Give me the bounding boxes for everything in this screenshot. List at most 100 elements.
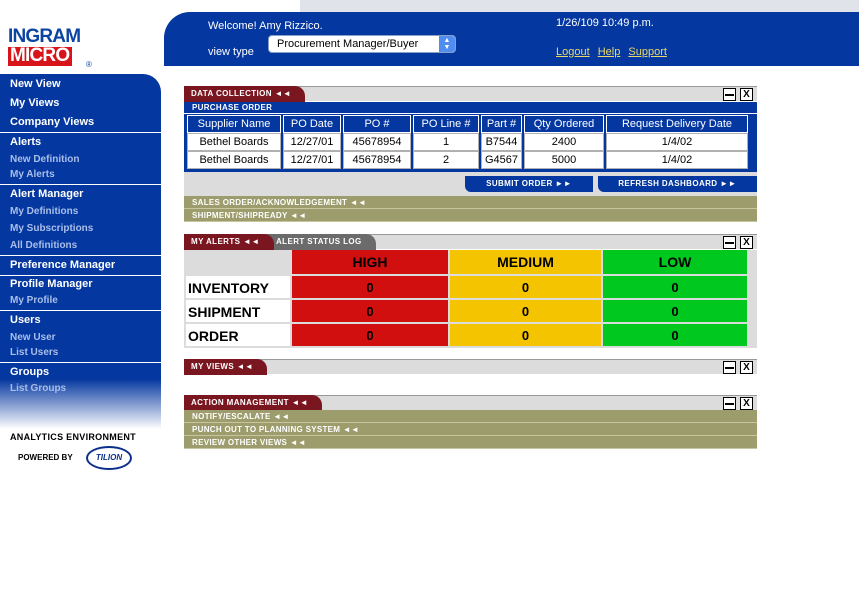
sidebar-item-my-definitions[interactable]: My Definitions [10, 206, 78, 217]
level-high-header: HIGH [292, 250, 448, 274]
table-cell: B7544 [481, 133, 522, 151]
minimize-icon[interactable] [723, 88, 736, 101]
analytics-environment-label: ANALYTICS ENVIRONMENT [10, 432, 136, 442]
logo-line1: INGRAM [8, 26, 81, 47]
sales-order-section[interactable]: SALES ORDER/ACKNOWLEDGEMENT ◄◄ [184, 196, 757, 209]
sidebar-item-my-profile[interactable]: My Profile [10, 295, 58, 306]
table-row[interactable]: Bethel Boards 12/27/01 45678954 2 G4567 … [187, 151, 748, 169]
purchase-order-table: Supplier Name PO Date PO # PO Line # Par… [185, 115, 750, 169]
logo-line2: MICRO [8, 46, 73, 66]
sidebar-item-users[interactable]: Users [10, 314, 41, 326]
my-views-tab[interactable]: MY VIEWS ◄◄ [184, 359, 268, 375]
view-type-label: view type [208, 46, 254, 58]
notify-escalate-section[interactable]: NOTIFY/ESCALATE ◄◄ [184, 410, 757, 423]
level-medium-header: MEDIUM [450, 250, 601, 274]
close-icon[interactable]: X [740, 361, 753, 374]
column-header[interactable]: PO Line # [413, 115, 479, 133]
logo-registered: ® [86, 60, 92, 69]
alert-count-cell[interactable]: 0 [450, 324, 601, 346]
sidebar-item-alert-manager[interactable]: Alert Manager [10, 188, 83, 200]
help-link[interactable]: Help [598, 46, 621, 58]
table-cell: 12/27/01 [283, 151, 341, 169]
purchase-order-header: PURCHASE ORDER [184, 102, 757, 113]
view-type-select[interactable]: Procurement Manager/Buyer ▲ ▼ [268, 35, 456, 53]
datetime-text: 1/26/109 10:49 p.m. [556, 17, 654, 29]
alert-count-cell[interactable]: 0 [292, 276, 448, 298]
sidebar-item-preference-manager[interactable]: Preference Manager [10, 259, 115, 271]
sidebar-item-new-user[interactable]: New User [10, 332, 56, 343]
sidebar-item-my-views[interactable]: My Views [10, 97, 59, 109]
alert-count-cell[interactable]: 0 [292, 300, 448, 322]
sidebar-item-new-view[interactable]: New View [10, 78, 61, 90]
sidebar-divider [0, 132, 161, 133]
sidebar-item-new-definition[interactable]: New Definition [10, 154, 79, 165]
alert-row-label: INVENTORY [186, 276, 290, 298]
logout-link[interactable]: Logout [556, 46, 590, 58]
close-icon[interactable]: X [740, 397, 753, 410]
close-icon[interactable]: X [740, 88, 753, 101]
support-link[interactable]: Support [628, 46, 667, 58]
data-collection-tab[interactable]: DATA COLLECTION ◄◄ [184, 86, 306, 102]
sidebar-item-my-alerts[interactable]: My Alerts [10, 169, 55, 180]
close-icon[interactable]: X [740, 236, 753, 249]
sidebar-divider [0, 362, 161, 363]
purchase-order-actions: SUBMIT ORDER ►► REFRESH DASHBOARD ►► [184, 170, 757, 196]
alert-count-cell[interactable]: 0 [603, 276, 747, 298]
column-header[interactable]: Request Delivery Date [606, 115, 748, 133]
sidebar-item-list-groups[interactable]: List Groups [10, 383, 66, 394]
submit-order-button[interactable]: SUBMIT ORDER ►► [465, 176, 593, 192]
sidebar-item-list-users[interactable]: List Users [10, 347, 58, 358]
data-collection-panel-header: DATA COLLECTION ◄◄ X [184, 86, 757, 102]
sidebar-item-all-definitions[interactable]: All Definitions [10, 240, 77, 251]
shipment-section[interactable]: SHIPMENT/SHIPREADY ◄◄ [184, 209, 757, 222]
table-cell: 1/4/02 [606, 133, 748, 151]
sidebar-item-groups[interactable]: Groups [10, 366, 49, 378]
minimize-icon[interactable] [723, 361, 736, 374]
table-cell: 2400 [524, 133, 604, 151]
sidebar-divider [0, 275, 161, 276]
alert-count-cell[interactable]: 0 [450, 276, 601, 298]
table-cell: 2 [413, 151, 479, 169]
alert-count-cell[interactable]: 0 [292, 324, 448, 346]
my-alerts-tab[interactable]: MY ALERTS ◄◄ [184, 234, 274, 250]
action-management-panel-header: ACTION MANAGEMENT ◄◄ X [184, 395, 757, 411]
minimize-icon[interactable] [723, 397, 736, 410]
table-cell: 1/4/02 [606, 151, 748, 169]
view-type-value: Procurement Manager/Buyer [277, 38, 419, 50]
refresh-dashboard-button[interactable]: REFRESH DASHBOARD ►► [598, 176, 757, 192]
column-header[interactable]: PO Date [283, 115, 341, 133]
my-alerts-panel-header: ALERT STATUS LOG MY ALERTS ◄◄ X [184, 234, 757, 250]
alert-count-cell[interactable]: 0 [603, 324, 747, 346]
my-views-panel-header: MY VIEWS ◄◄ X [184, 359, 757, 375]
header-links: Logout Help Support [556, 46, 672, 58]
column-header[interactable]: PO # [343, 115, 411, 133]
alert-count-cell[interactable]: 0 [603, 300, 747, 322]
top-strip [300, 0, 859, 12]
column-header[interactable]: Part # [481, 115, 522, 133]
table-row[interactable]: Bethel Boards 12/27/01 45678954 1 B7544 … [187, 133, 748, 151]
review-other-views-section[interactable]: REVIEW OTHER VIEWS ◄◄ [184, 436, 757, 449]
action-management-tab[interactable]: ACTION MANAGEMENT ◄◄ [184, 395, 323, 411]
ingram-micro-logo: INGRAM MICRO ® [8, 26, 92, 69]
alert-status-log-tab[interactable]: ALERT STATUS LOG [264, 234, 376, 250]
sidebar-item-alerts[interactable]: Alerts [10, 136, 41, 148]
purchase-order-table-wrap: Supplier Name PO Date PO # PO Line # Par… [184, 114, 757, 170]
table-cell: 12/27/01 [283, 133, 341, 151]
app-root: { "brand": {"line1": "INGRAM", "line2": … [0, 0, 859, 611]
updown-arrow-icon: ▲ ▼ [439, 36, 455, 52]
welcome-text: Welcome! Amy Rizzico. [208, 20, 323, 32]
sidebar-item-profile-manager[interactable]: Profile Manager [10, 278, 93, 290]
table-cell: Bethel Boards [187, 133, 281, 151]
column-header[interactable]: Qty Ordered [524, 115, 604, 133]
column-header[interactable]: Supplier Name [187, 115, 281, 133]
minimize-icon[interactable] [723, 236, 736, 249]
alert-row-label: ORDER [186, 324, 290, 346]
punch-out-section[interactable]: PUNCH OUT TO PLANNING SYSTEM ◄◄ [184, 423, 757, 436]
table-header-row: Supplier Name PO Date PO # PO Line # Par… [187, 115, 748, 133]
sidebar-item-my-subscriptions[interactable]: My Subscriptions [10, 223, 93, 234]
sidebar-item-company-views[interactable]: Company Views [10, 116, 94, 128]
alert-count-cell[interactable]: 0 [450, 300, 601, 322]
alert-row-label: SHIPMENT [186, 300, 290, 322]
tilion-logo: TILION [86, 446, 132, 470]
alert-status-grid: HIGH MEDIUM LOW INVENTORY 0 0 0 SHIPMENT… [184, 250, 757, 348]
